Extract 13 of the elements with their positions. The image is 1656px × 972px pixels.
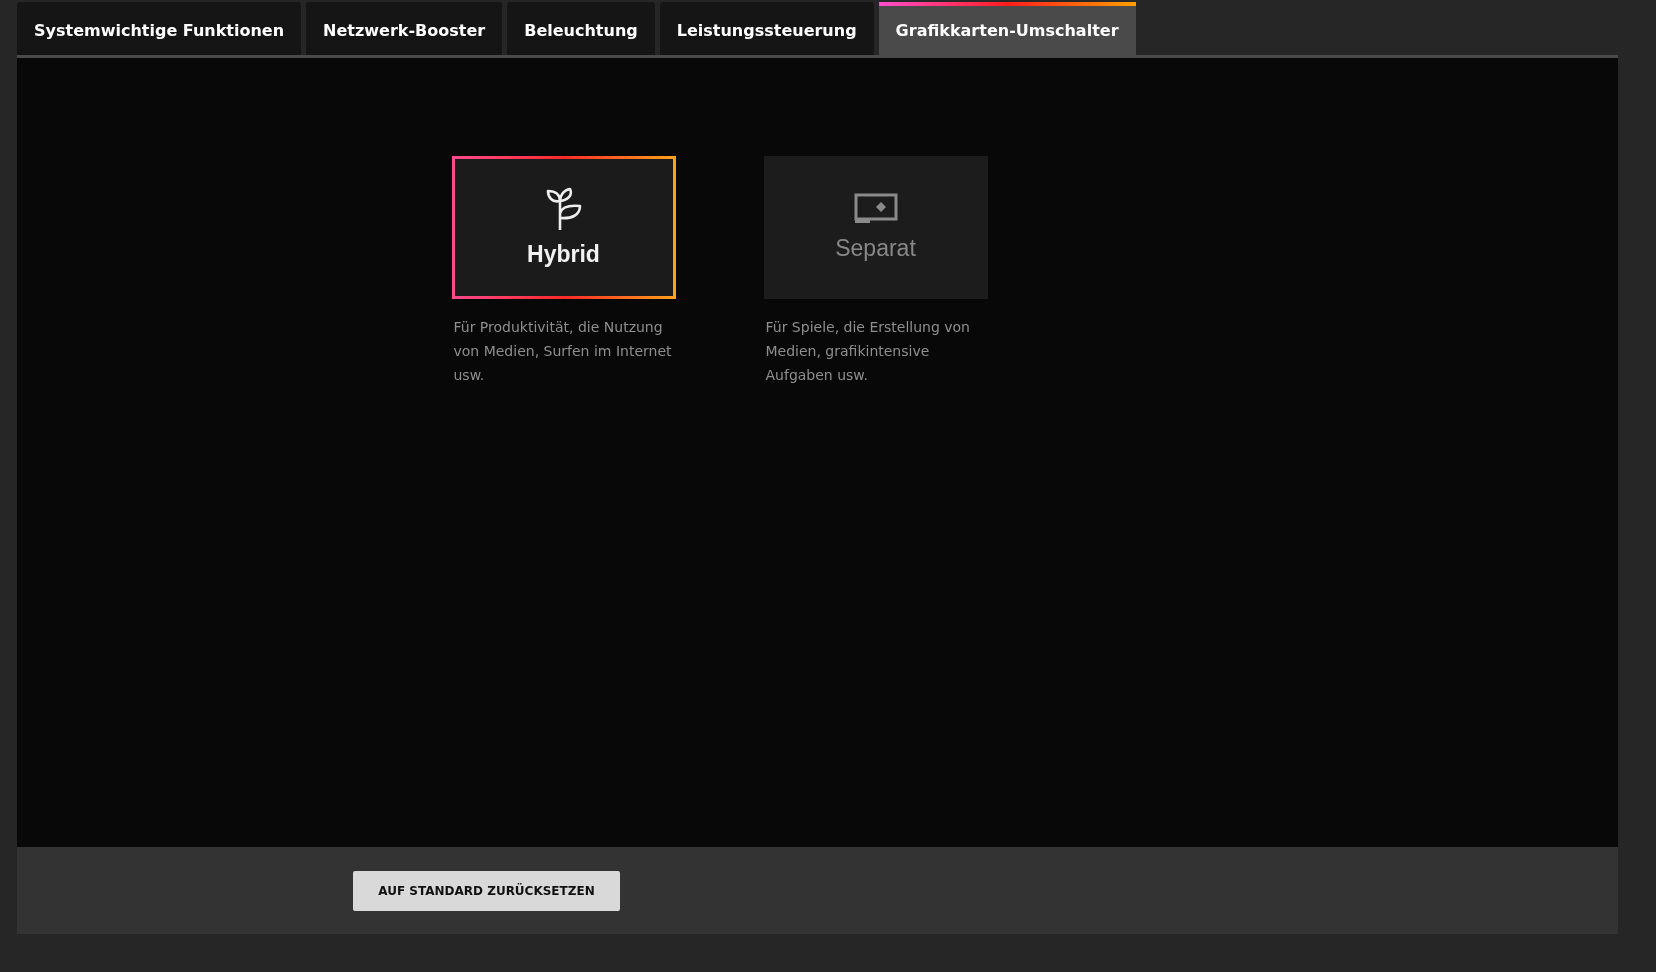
- tab[interactable]: Systemwichtige Funktionen: [17, 2, 302, 55]
- tab[interactable]: Netzwerk-Booster: [306, 2, 503, 55]
- reset-button[interactable]: AUF STANDARD ZURÜCKSETZEN: [353, 870, 620, 911]
- mode-label: Separat: [835, 235, 916, 262]
- tab[interactable]: Leistungssteuerung: [659, 2, 874, 55]
- tab[interactable]: Beleuchtung: [507, 2, 655, 55]
- mode-label: Hybrid: [527, 241, 600, 268]
- tab[interactable]: Grafikkarten-Umschalter: [878, 2, 1136, 55]
- mode-description: Für Produktivität, die Nutzung von Medien, Surfen im Internet usw.: [453, 318, 673, 385]
- monitor-icon: [853, 193, 898, 225]
- sprout-icon: [545, 187, 582, 231]
- mode-card[interactable]: Separat: [763, 156, 988, 299]
- mode-description: Für Spiele, die Erstellung von Medien, grafikintensive Aufgaben usw.: [765, 318, 971, 385]
